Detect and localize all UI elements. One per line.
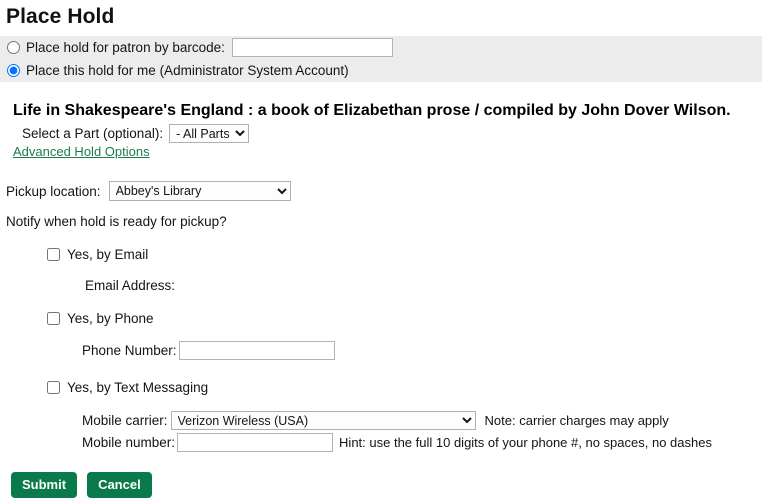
patron-barcode-radio[interactable]: [7, 41, 20, 54]
mobile-carrier-row: Mobile carrier: Verizon Wireless (USA) N…: [82, 411, 669, 430]
pickup-location-label: Pickup location:: [6, 183, 101, 199]
notify-text-row[interactable]: Yes, by Text Messaging: [47, 380, 208, 395]
notify-email-label: Yes, by Email: [67, 247, 149, 262]
notify-phone-row[interactable]: Yes, by Phone: [47, 311, 154, 326]
part-selector-row: Select a Part (optional): - All Parts -: [0, 124, 250, 143]
phone-number-row: Phone Number:: [82, 341, 335, 360]
mobile-carrier-select[interactable]: Verizon Wireless (USA): [170, 411, 476, 430]
notify-question: Notify when hold is ready for pickup?: [6, 214, 227, 229]
patron-barcode-row[interactable]: Place hold for patron by barcode:: [0, 36, 762, 59]
notify-phone-checkbox[interactable]: [47, 312, 60, 325]
part-selector-label: Select a Part (optional):: [22, 126, 164, 141]
patron-barcode-label: Place hold for patron by barcode:: [26, 40, 225, 55]
pickup-location-select[interactable]: Abbey's Library: [108, 181, 291, 201]
mobile-number-row: Mobile number: Hint: use the full 10 dig…: [82, 433, 712, 452]
patron-selector-band: Place hold for patron by barcode: Place …: [0, 36, 762, 82]
mobile-number-hint: Hint: use the full 10 digits of your pho…: [339, 435, 712, 450]
notify-text-label: Yes, by Text Messaging: [67, 380, 209, 395]
notify-email-row[interactable]: Yes, by Email: [47, 247, 148, 262]
email-address-row: Email Address:: [85, 278, 175, 293]
record-title: Life in Shakespeare's England : a book o…: [13, 102, 731, 119]
phone-number-input[interactable]: [178, 341, 335, 360]
notify-phone-label: Yes, by Phone: [67, 311, 154, 326]
carrier-charges-note: Note: carrier charges may apply: [484, 413, 669, 428]
mobile-number-label: Mobile number:: [82, 435, 176, 450]
phone-number-label: Phone Number:: [82, 343, 177, 358]
notify-text-checkbox[interactable]: [47, 381, 60, 394]
submit-button[interactable]: Submit: [11, 472, 78, 498]
notify-email-checkbox[interactable]: [47, 248, 60, 261]
part-select[interactable]: - All Parts -: [169, 124, 250, 143]
email-address-label: Email Address:: [85, 278, 176, 293]
mobile-number-input[interactable]: [177, 433, 334, 452]
patron-self-row[interactable]: Place this hold for me (Administrator Sy…: [0, 59, 762, 82]
cancel-button[interactable]: Cancel: [87, 472, 152, 498]
patron-self-radio[interactable]: [7, 64, 20, 77]
advanced-hold-options-link[interactable]: Advanced Hold Options: [13, 144, 150, 159]
page-title: Place Hold: [6, 5, 115, 28]
patron-self-label: Place this hold for me (Administrator Sy…: [26, 63, 349, 78]
pickup-location-row: Pickup location: Abbey's Library: [6, 181, 291, 201]
patron-barcode-input[interactable]: [231, 38, 393, 57]
action-button-bar: Submit Cancel: [11, 472, 152, 498]
mobile-carrier-label: Mobile carrier:: [82, 413, 168, 428]
